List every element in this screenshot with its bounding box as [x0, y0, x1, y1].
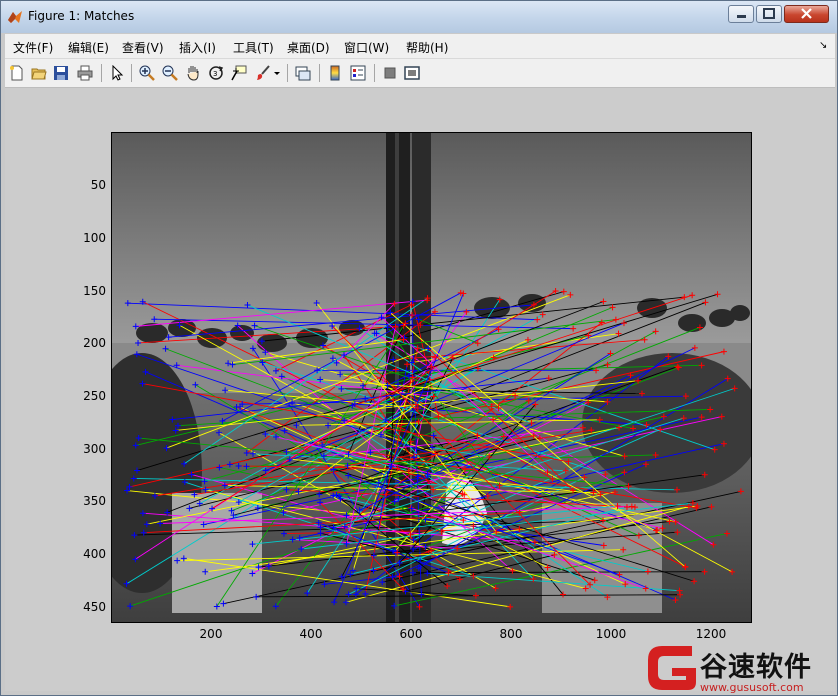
menu-help[interactable]: 帮助(H) — [406, 39, 448, 56]
watermark-text: 谷速软件 — [700, 652, 812, 683]
close-icon — [801, 8, 812, 19]
colorbar-icon[interactable] — [327, 65, 343, 81]
open-file-icon[interactable] — [31, 65, 47, 81]
menu-bar: 文件(F) 编辑(E) 查看(V) 插入(I) 工具(T) 桌面(D) 窗口(W… — [5, 34, 835, 59]
window-title: Figure 1: Matches — [28, 9, 135, 23]
x-tick-label: 800 — [499, 627, 523, 641]
menu-edit[interactable]: 编辑(E) — [68, 39, 109, 56]
print-icon[interactable] — [77, 65, 93, 81]
y-tick-label: 350 — [83, 494, 106, 508]
svg-text:3: 3 — [213, 70, 217, 78]
menu-tools[interactable]: 工具(T) — [233, 39, 274, 56]
menu-file[interactable]: 文件(F) — [13, 39, 53, 56]
legend-icon[interactable] — [350, 65, 366, 81]
data-cursor-icon[interactable] — [231, 65, 247, 81]
toolbar-separator — [319, 64, 320, 82]
figure-toolbar: 3 — [5, 59, 835, 88]
zoom-out-icon[interactable] — [162, 65, 178, 81]
maximize-icon — [763, 8, 775, 19]
maximize-button[interactable] — [756, 5, 782, 23]
select-arrow-icon[interactable] — [109, 65, 125, 81]
y-tick-label: 150 — [83, 284, 106, 298]
menu-view[interactable]: 查看(V) — [122, 39, 164, 56]
matched-images-plot — [112, 133, 751, 622]
pan-hand-icon[interactable] — [185, 65, 201, 81]
close-button[interactable] — [784, 5, 829, 23]
plot-axes[interactable] — [111, 132, 752, 623]
y-tick-label: 300 — [83, 442, 106, 456]
brush-icon[interactable] — [255, 65, 271, 81]
y-tick-label: 200 — [83, 336, 106, 350]
x-tick-label: 200 — [199, 627, 223, 641]
menu-desktop[interactable]: 桌面(D) — [287, 39, 330, 56]
x-tick-label: 1200 — [695, 627, 727, 641]
link-plot-icon[interactable] — [295, 65, 311, 81]
watermark-url: www.gususoft.com — [700, 681, 804, 694]
rotate-3d-icon[interactable]: 3 — [208, 65, 224, 81]
x-tick-label: 600 — [399, 627, 423, 641]
y-tick-label: 50 — [90, 178, 106, 192]
x-tick-label: 1000 — [595, 627, 627, 641]
y-tick-label: 400 — [83, 547, 106, 561]
zoom-in-icon[interactable] — [139, 65, 155, 81]
y-tick-label: 100 — [83, 231, 106, 245]
matlab-icon — [8, 11, 22, 23]
hide-plot-tools-icon[interactable] — [382, 65, 398, 81]
title-bar[interactable]: Figure 1: Matches — [1, 1, 837, 33]
y-tick-label: 450 — [83, 600, 106, 614]
show-plot-tools-icon[interactable] — [404, 65, 420, 81]
x-tick-label: 400 — [299, 627, 323, 641]
save-icon[interactable] — [53, 65, 69, 81]
toolbar-separator — [131, 64, 132, 82]
menu-window[interactable]: 窗口(W) — [344, 39, 389, 56]
menu-dock-arrow-icon[interactable]: ↘ — [819, 40, 827, 51]
menu-insert[interactable]: 插入(I) — [179, 39, 216, 56]
minimize-button[interactable] — [728, 5, 754, 23]
toolbar-separator — [101, 64, 102, 82]
toolbar-separator — [287, 64, 288, 82]
y-tick-label: 250 — [83, 389, 106, 403]
brush-dropdown-icon[interactable] — [273, 65, 281, 81]
toolbar-separator — [374, 64, 375, 82]
new-figure-icon[interactable] — [9, 65, 25, 81]
minimize-icon — [737, 15, 746, 18]
